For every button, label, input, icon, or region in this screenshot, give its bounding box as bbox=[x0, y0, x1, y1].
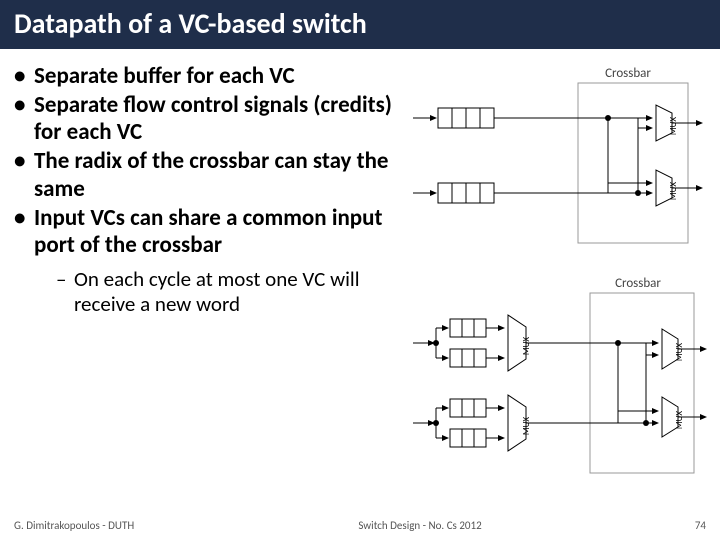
crossbar-label-bottom: Crossbar bbox=[615, 276, 661, 291]
sub-list: On each cycle at most one VC will receiv… bbox=[34, 267, 404, 317]
footer-author: G. Dimitrakopoulos - DUTH bbox=[14, 519, 174, 532]
bullet-item: Separate flow control signals (credits) … bbox=[14, 92, 404, 146]
svg-text:MUX: MUX bbox=[668, 117, 679, 135]
fifo-icon bbox=[438, 108, 494, 128]
fifo-icon bbox=[450, 399, 486, 417]
fifo-icon bbox=[450, 349, 486, 367]
slide-title: Datapath of a VC-based switch bbox=[0, 0, 720, 49]
figure-column: Crossbar bbox=[404, 63, 704, 488]
fifo-icon bbox=[450, 429, 486, 447]
page-number: 74 bbox=[666, 519, 706, 532]
content-area: Separate buffer for each VC Separate flo… bbox=[0, 49, 720, 488]
footer-title: Switch Design - No. Cs 2012 bbox=[174, 519, 666, 532]
svg-text:MUX: MUX bbox=[674, 411, 685, 429]
crossbar-label-top: Crossbar bbox=[605, 66, 651, 81]
bullet-item: Input VCs can share a common input port … bbox=[14, 205, 404, 317]
bullet-text: Input VCs can share a common input port … bbox=[34, 204, 382, 259]
crossbar-box-bottom bbox=[590, 293, 694, 473]
fifo-icon bbox=[438, 183, 494, 203]
svg-text:MUX: MUX bbox=[668, 182, 679, 200]
sub-bullet-item: On each cycle at most one VC will receiv… bbox=[56, 267, 404, 317]
bullet-list: Separate buffer for each VC Separate flo… bbox=[14, 63, 404, 316]
crossbar-box-top bbox=[578, 83, 688, 243]
text-column: Separate buffer for each VC Separate flo… bbox=[14, 63, 404, 488]
bullet-item: Separate buffer for each VC bbox=[14, 63, 404, 90]
bullet-item: The radix of the crossbar can stay the s… bbox=[14, 148, 404, 202]
svg-text:MUX: MUX bbox=[521, 337, 532, 355]
svg-text:MUX: MUX bbox=[674, 343, 685, 361]
datapath-diagram: Crossbar bbox=[408, 63, 708, 483]
footer: G. Dimitrakopoulos - DUTH Switch Design … bbox=[0, 519, 720, 532]
svg-text:MUX: MUX bbox=[521, 417, 532, 435]
fifo-icon bbox=[450, 319, 486, 337]
